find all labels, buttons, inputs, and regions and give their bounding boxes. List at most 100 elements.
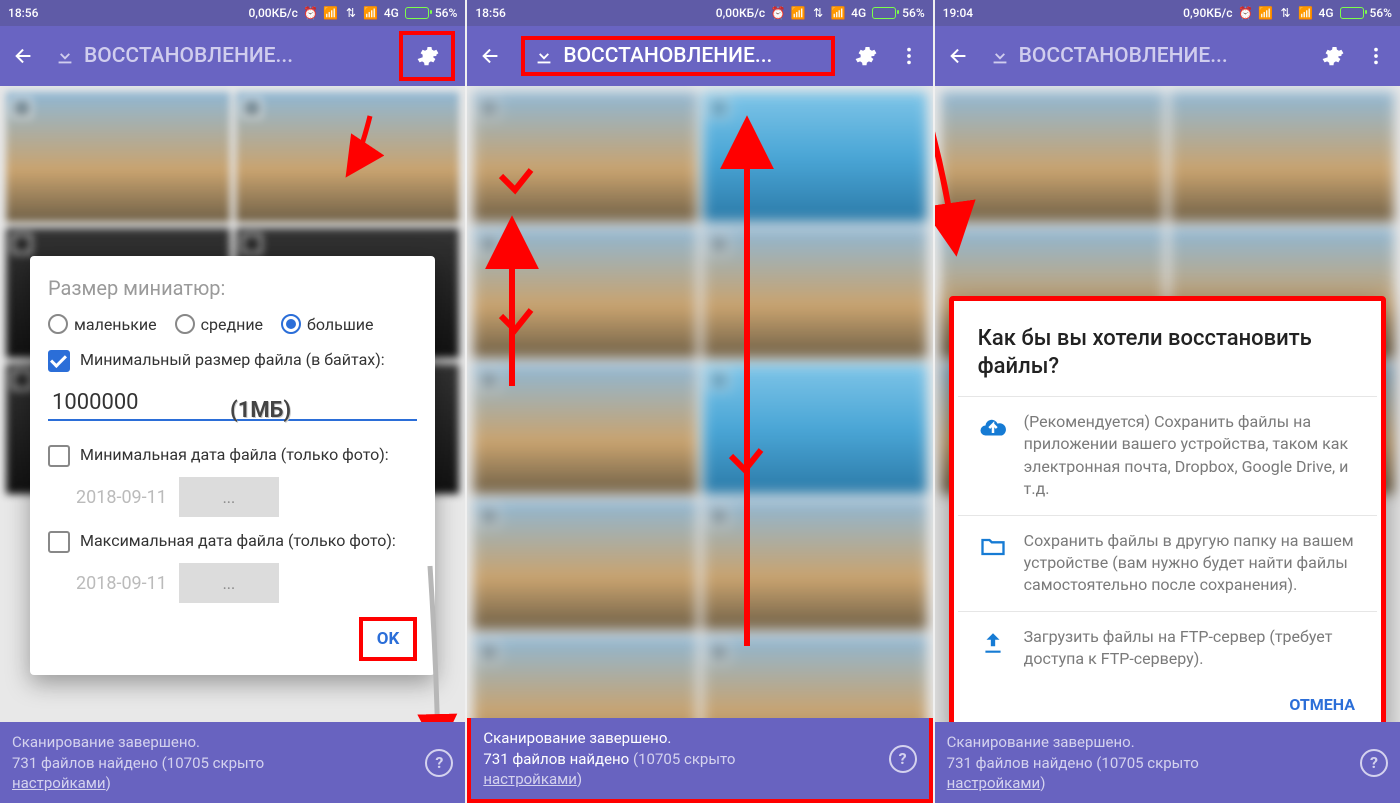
status-bar: 19:04 0,90КБ/с ⏰ 📶 ⇅ 📶 4G 56% xyxy=(935,0,1400,26)
settings-link[interactable]: настройками xyxy=(947,774,1041,792)
dialog-heading: Размер миниатюр: xyxy=(48,276,417,300)
option-text: (Рекомендуется) Сохранить файлы на прило… xyxy=(1024,411,1357,501)
battery-icon xyxy=(872,7,896,19)
thumbnail[interactable] xyxy=(473,500,697,630)
status-hidden: (10705 скрыто xyxy=(158,754,264,772)
download-icon xyxy=(533,45,555,67)
min-date-row: 2018-09-11 ... xyxy=(76,477,417,517)
status-bar: 18:56 0,00КБ/с ⏰ 📶 ⇅ 📶 4G 56% xyxy=(0,0,465,26)
checkbox-icon xyxy=(48,445,70,467)
thumbnail[interactable] xyxy=(703,228,927,358)
data-speed: 0,00КБ/с xyxy=(716,6,765,20)
overflow-menu[interactable] xyxy=(895,42,923,70)
thumbnail[interactable] xyxy=(703,500,927,630)
signal-icon: 📶 xyxy=(831,6,845,20)
signal-icon: 📶 xyxy=(1299,6,1313,20)
date-picker-button[interactable]: ... xyxy=(179,563,279,603)
help-button[interactable]: ? xyxy=(889,745,917,773)
app-bar: ВОССТАНОВЛЕНИЕ... xyxy=(0,26,465,86)
settings-link[interactable]: настройками xyxy=(12,774,106,792)
data-speed: 0,00КБ/с xyxy=(248,6,297,20)
data-icon: ⇅ xyxy=(344,6,358,20)
scan-status-bar: Сканирование завершено. 731 файлов найде… xyxy=(0,722,465,803)
battery-icon xyxy=(405,7,429,19)
folder-icon xyxy=(978,532,1008,562)
download-icon xyxy=(989,45,1011,67)
thumbnail[interactable] xyxy=(1170,92,1394,222)
checkbox-min-size[interactable]: Минимальный размер файла (в байтах): xyxy=(48,350,417,372)
settings-button[interactable] xyxy=(399,31,455,81)
app-title: ВОССТАНОВЛЕНИЕ... xyxy=(84,44,293,68)
status-line1: Сканирование завершено. xyxy=(947,733,1135,751)
status-line1: Сканирование завершено. xyxy=(483,729,671,747)
battery-icon xyxy=(1340,7,1364,19)
cancel-button[interactable]: ОТМЕНА xyxy=(958,685,1377,720)
overflow-menu[interactable] xyxy=(1362,42,1390,70)
battery-percent: 56% xyxy=(1370,6,1392,20)
back-button[interactable] xyxy=(945,42,973,70)
settings-button[interactable] xyxy=(851,42,879,70)
data-icon: ⇅ xyxy=(811,6,825,20)
content-area xyxy=(467,86,932,718)
thumbnail[interactable] xyxy=(703,92,927,222)
thumbnail[interactable] xyxy=(703,364,927,494)
battery-percent: 56% xyxy=(902,6,924,20)
status-found: 731 файлов найдено xyxy=(947,754,1093,772)
thumbnail[interactable] xyxy=(473,228,697,358)
app-title-wrap: ВОССТАНОВЛЕНИЕ... xyxy=(989,44,1302,68)
radio-large[interactable]: большие xyxy=(281,314,373,334)
upload-icon xyxy=(978,628,1008,658)
restore-dialog: Как бы вы хотели восстановить файлы? (Ре… xyxy=(949,296,1386,722)
option-cloud[interactable]: (Рекомендуется) Сохранить файлы на прило… xyxy=(958,396,1377,515)
settings-button[interactable] xyxy=(1318,42,1346,70)
option-folder[interactable]: Сохранить файлы в другую папку на вашем … xyxy=(958,515,1377,611)
checkbox-max-date[interactable]: Максимальная дата файла (только фото): xyxy=(48,531,417,553)
settings-link[interactable]: настройками xyxy=(483,770,577,788)
alarm-icon: ⏰ xyxy=(1239,6,1253,20)
checkbox-icon xyxy=(48,531,70,553)
checkbox-min-date[interactable]: Минимальная дата файла (только фото): xyxy=(48,445,417,467)
thumbnail[interactable] xyxy=(703,636,927,718)
thumbnail[interactable] xyxy=(473,364,697,494)
status-bar: 18:56 0,00КБ/с ⏰ 📶 ⇅ 📶 4G 56% xyxy=(467,0,932,26)
clock: 18:56 xyxy=(475,6,505,20)
clock: 19:04 xyxy=(943,6,973,20)
checkbox[interactable] xyxy=(12,370,32,390)
thumbnail[interactable] xyxy=(941,92,1165,222)
wifi-icon: 📶 xyxy=(324,6,338,20)
help-button[interactable]: ? xyxy=(425,749,453,777)
back-button[interactable] xyxy=(10,42,38,70)
date-value: 2018-09-11 xyxy=(76,487,167,508)
date-value: 2018-09-11 xyxy=(76,573,167,594)
app-title-wrap[interactable]: ВОССТАНОВЛЕНИЕ... xyxy=(521,36,834,76)
checkbox[interactable] xyxy=(12,98,32,118)
checkbox[interactable] xyxy=(12,234,32,254)
content-area: Размер миниатюр: маленькие средние больш… xyxy=(0,86,465,722)
radio-medium[interactable]: средние xyxy=(175,314,263,334)
dialog-title: Как бы вы хотели восстановить файлы? xyxy=(958,325,1377,396)
app-bar: ВОССТАНОВЛЕНИЕ... xyxy=(935,26,1400,86)
content-area: Как бы вы хотели восстановить файлы? (Ре… xyxy=(935,86,1400,722)
checkbox[interactable] xyxy=(242,234,262,254)
wifi-icon: 📶 xyxy=(791,6,805,20)
battery-percent: 56% xyxy=(435,6,457,20)
status-found: 731 файлов найдено xyxy=(483,750,629,768)
alarm-icon: ⏰ xyxy=(304,6,318,20)
back-button[interactable] xyxy=(477,42,505,70)
status-hidden: (10705 скрыто xyxy=(629,750,735,768)
option-ftp[interactable]: Загрузить файлы на FTP-сервер (требует д… xyxy=(958,611,1377,685)
date-picker-button[interactable]: ... xyxy=(179,477,279,517)
cloud-upload-icon xyxy=(978,413,1008,443)
radio-small[interactable]: маленькие xyxy=(48,314,157,334)
app-title: ВОССТАНОВЛЕНИЕ... xyxy=(1019,44,1228,68)
radio-group: маленькие средние большие xyxy=(48,314,417,334)
help-button[interactable]: ? xyxy=(1360,749,1388,777)
checkbox[interactable] xyxy=(242,98,262,118)
thumbnail[interactable] xyxy=(6,92,230,222)
status-found: 731 файлов найдено xyxy=(12,754,158,772)
thumbnail[interactable] xyxy=(236,92,460,222)
ok-button[interactable]: OK xyxy=(359,617,418,661)
thumbnail[interactable] xyxy=(473,636,697,718)
thumbnail[interactable] xyxy=(473,92,697,222)
checkbox-icon xyxy=(48,350,70,372)
